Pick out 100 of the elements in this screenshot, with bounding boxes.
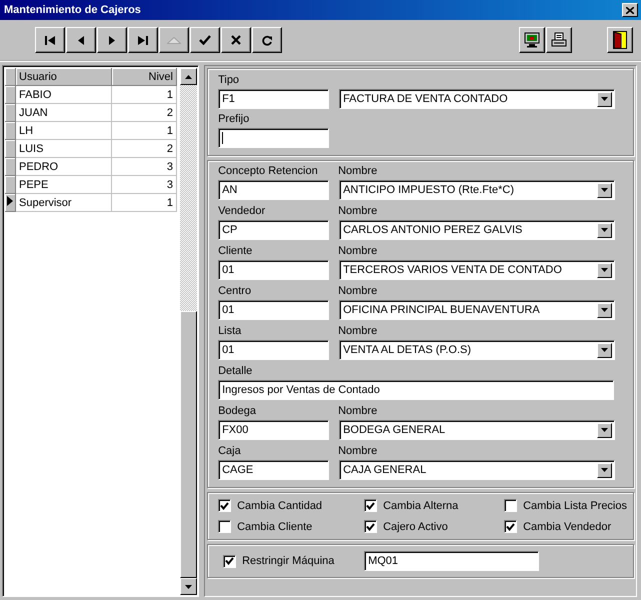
field-label: Detalle — [218, 365, 252, 377]
checkbox-label: Cambia Vendedor — [523, 520, 612, 532]
code-field[interactable]: 01 — [218, 340, 330, 360]
checkbox-label: Cambia Alterna — [383, 500, 458, 512]
close-button[interactable] — [622, 3, 638, 17]
table-cell: Supervisor — [16, 194, 112, 212]
table-cell: 1 — [112, 86, 176, 104]
table-cell: JUAN — [16, 104, 112, 122]
field-label: Nombre — [338, 444, 378, 458]
field-label: Caja — [218, 444, 242, 458]
printer-icon — [551, 32, 567, 48]
previous-icon — [78, 36, 84, 44]
checkbox[interactable] — [223, 554, 236, 568]
field-label: Nombre — [338, 164, 378, 178]
checkbox[interactable] — [504, 499, 518, 512]
field-label: Cliente — [218, 244, 254, 258]
field-label: Tipo — [218, 73, 240, 87]
checkbox[interactable] — [364, 520, 378, 533]
cancel-button[interactable] — [221, 27, 251, 53]
field-label: Centro — [218, 284, 252, 298]
grid-corner — [5, 68, 16, 86]
text-field[interactable]: Ingresos por Ventas de Contado — [218, 380, 614, 400]
dropdown-field[interactable]: BODEGA GENERAL — [339, 420, 616, 440]
close-icon — [231, 35, 241, 45]
table-cell: 3 — [112, 158, 176, 176]
refresh-icon — [262, 34, 272, 46]
table-cell: PEPE — [16, 176, 112, 194]
field-label: Nombre — [338, 204, 378, 218]
exit-button[interactable] — [607, 27, 633, 53]
dropdown-field[interactable]: CAJA GENERAL — [339, 460, 616, 480]
text-field[interactable] — [218, 128, 330, 148]
code-field[interactable]: 01 — [218, 300, 330, 320]
column-header[interactable]: Nivel — [112, 68, 176, 86]
dropdown-arrow-icon — [601, 97, 608, 101]
checkbox[interactable] — [364, 499, 378, 512]
field-label: Nombre — [338, 284, 378, 298]
triangle-icon — [167, 36, 181, 44]
monitor-button[interactable] — [519, 27, 545, 53]
next-icon — [109, 36, 115, 44]
down-arrow-icon — [185, 584, 192, 588]
code-field[interactable]: F1 — [218, 89, 330, 109]
window-title: Mantenimiento de Cajeros — [4, 4, 142, 16]
row-indicator[interactable] — [5, 194, 16, 212]
code-field[interactable]: 01 — [218, 260, 330, 280]
dropdown-arrow-icon — [601, 188, 608, 192]
dropdown-arrow-icon — [601, 268, 608, 272]
close-icon — [626, 6, 634, 14]
first-icon — [45, 36, 55, 44]
checkbox-label: Restringir Máquina — [242, 555, 336, 567]
dropdown-field[interactable]: FACTURA DE VENTA CONTADO — [339, 89, 616, 109]
checkbox-label: Cambia Cliente — [237, 520, 312, 532]
table-cell: 1 — [112, 194, 176, 212]
checkbox[interactable] — [218, 499, 232, 512]
checkbox-label: Cambia Cantidad — [237, 500, 322, 512]
field-label: Bodega — [218, 404, 257, 418]
dropdown-arrow-icon — [601, 428, 608, 432]
field-label: Nombre — [338, 324, 378, 338]
check-icon — [199, 35, 211, 45]
last-icon — [138, 36, 148, 44]
column-header[interactable]: Usuario — [16, 68, 112, 86]
dropdown-field[interactable]: VENTA AL DETAS (P.O.S) — [339, 340, 616, 360]
monitor-icon — [524, 32, 540, 48]
confirm-button[interactable] — [190, 27, 220, 53]
dropdown-arrow-icon — [601, 228, 608, 232]
field-label: Nombre — [338, 244, 378, 258]
next-button[interactable] — [97, 27, 127, 53]
dropdown-field[interactable]: CARLOS ANTONIO PEREZ GALVIS — [339, 220, 616, 240]
vertical-scrollbar[interactable] — [180, 68, 198, 595]
refresh-button[interactable] — [252, 27, 282, 53]
field-label: Lista — [218, 324, 242, 338]
door-icon — [613, 31, 627, 49]
table-cell: FABIO — [16, 86, 112, 104]
last-button[interactable] — [128, 27, 158, 53]
checkbox[interactable] — [218, 520, 232, 533]
code-field[interactable]: AN — [218, 180, 330, 200]
dropdown-arrow-icon — [601, 468, 608, 472]
table-cell: 2 — [112, 104, 176, 122]
first-button[interactable] — [35, 27, 65, 53]
field-label: Nombre — [338, 404, 378, 418]
dropdown-field[interactable]: ANTICIPO IMPUESTO (Rte.Fte*C) — [339, 180, 616, 200]
code-field[interactable]: CP — [218, 220, 330, 240]
up-arrow-icon — [185, 74, 192, 78]
code-field[interactable]: FX00 — [218, 420, 330, 440]
checkbox-label: Cajero Activo — [383, 520, 448, 532]
dropdown-arrow-icon — [601, 308, 608, 312]
table-cell: 3 — [112, 176, 176, 194]
dropdown-field[interactable]: TERCEROS VARIOS VENTA DE CONTADO — [339, 260, 616, 280]
printer-button[interactable] — [546, 27, 572, 53]
dropdown-arrow-icon — [601, 348, 608, 352]
field-label: Prefijo — [218, 112, 250, 126]
table-cell: 1 — [112, 122, 176, 140]
checkbox[interactable] — [504, 520, 518, 533]
checkbox-label: Cambia Lista Precios — [523, 500, 627, 512]
dropdown-field[interactable]: OFICINA PRINCIPAL BUENAVENTURA — [339, 300, 616, 320]
prev-button[interactable] — [66, 27, 96, 53]
table-cell: 2 — [112, 140, 176, 158]
field-label: Vendedor — [218, 204, 266, 218]
code-field[interactable]: CAGE — [218, 460, 330, 480]
machine-field[interactable]: MQ01 — [364, 551, 540, 571]
table-cell: LH — [16, 122, 112, 140]
